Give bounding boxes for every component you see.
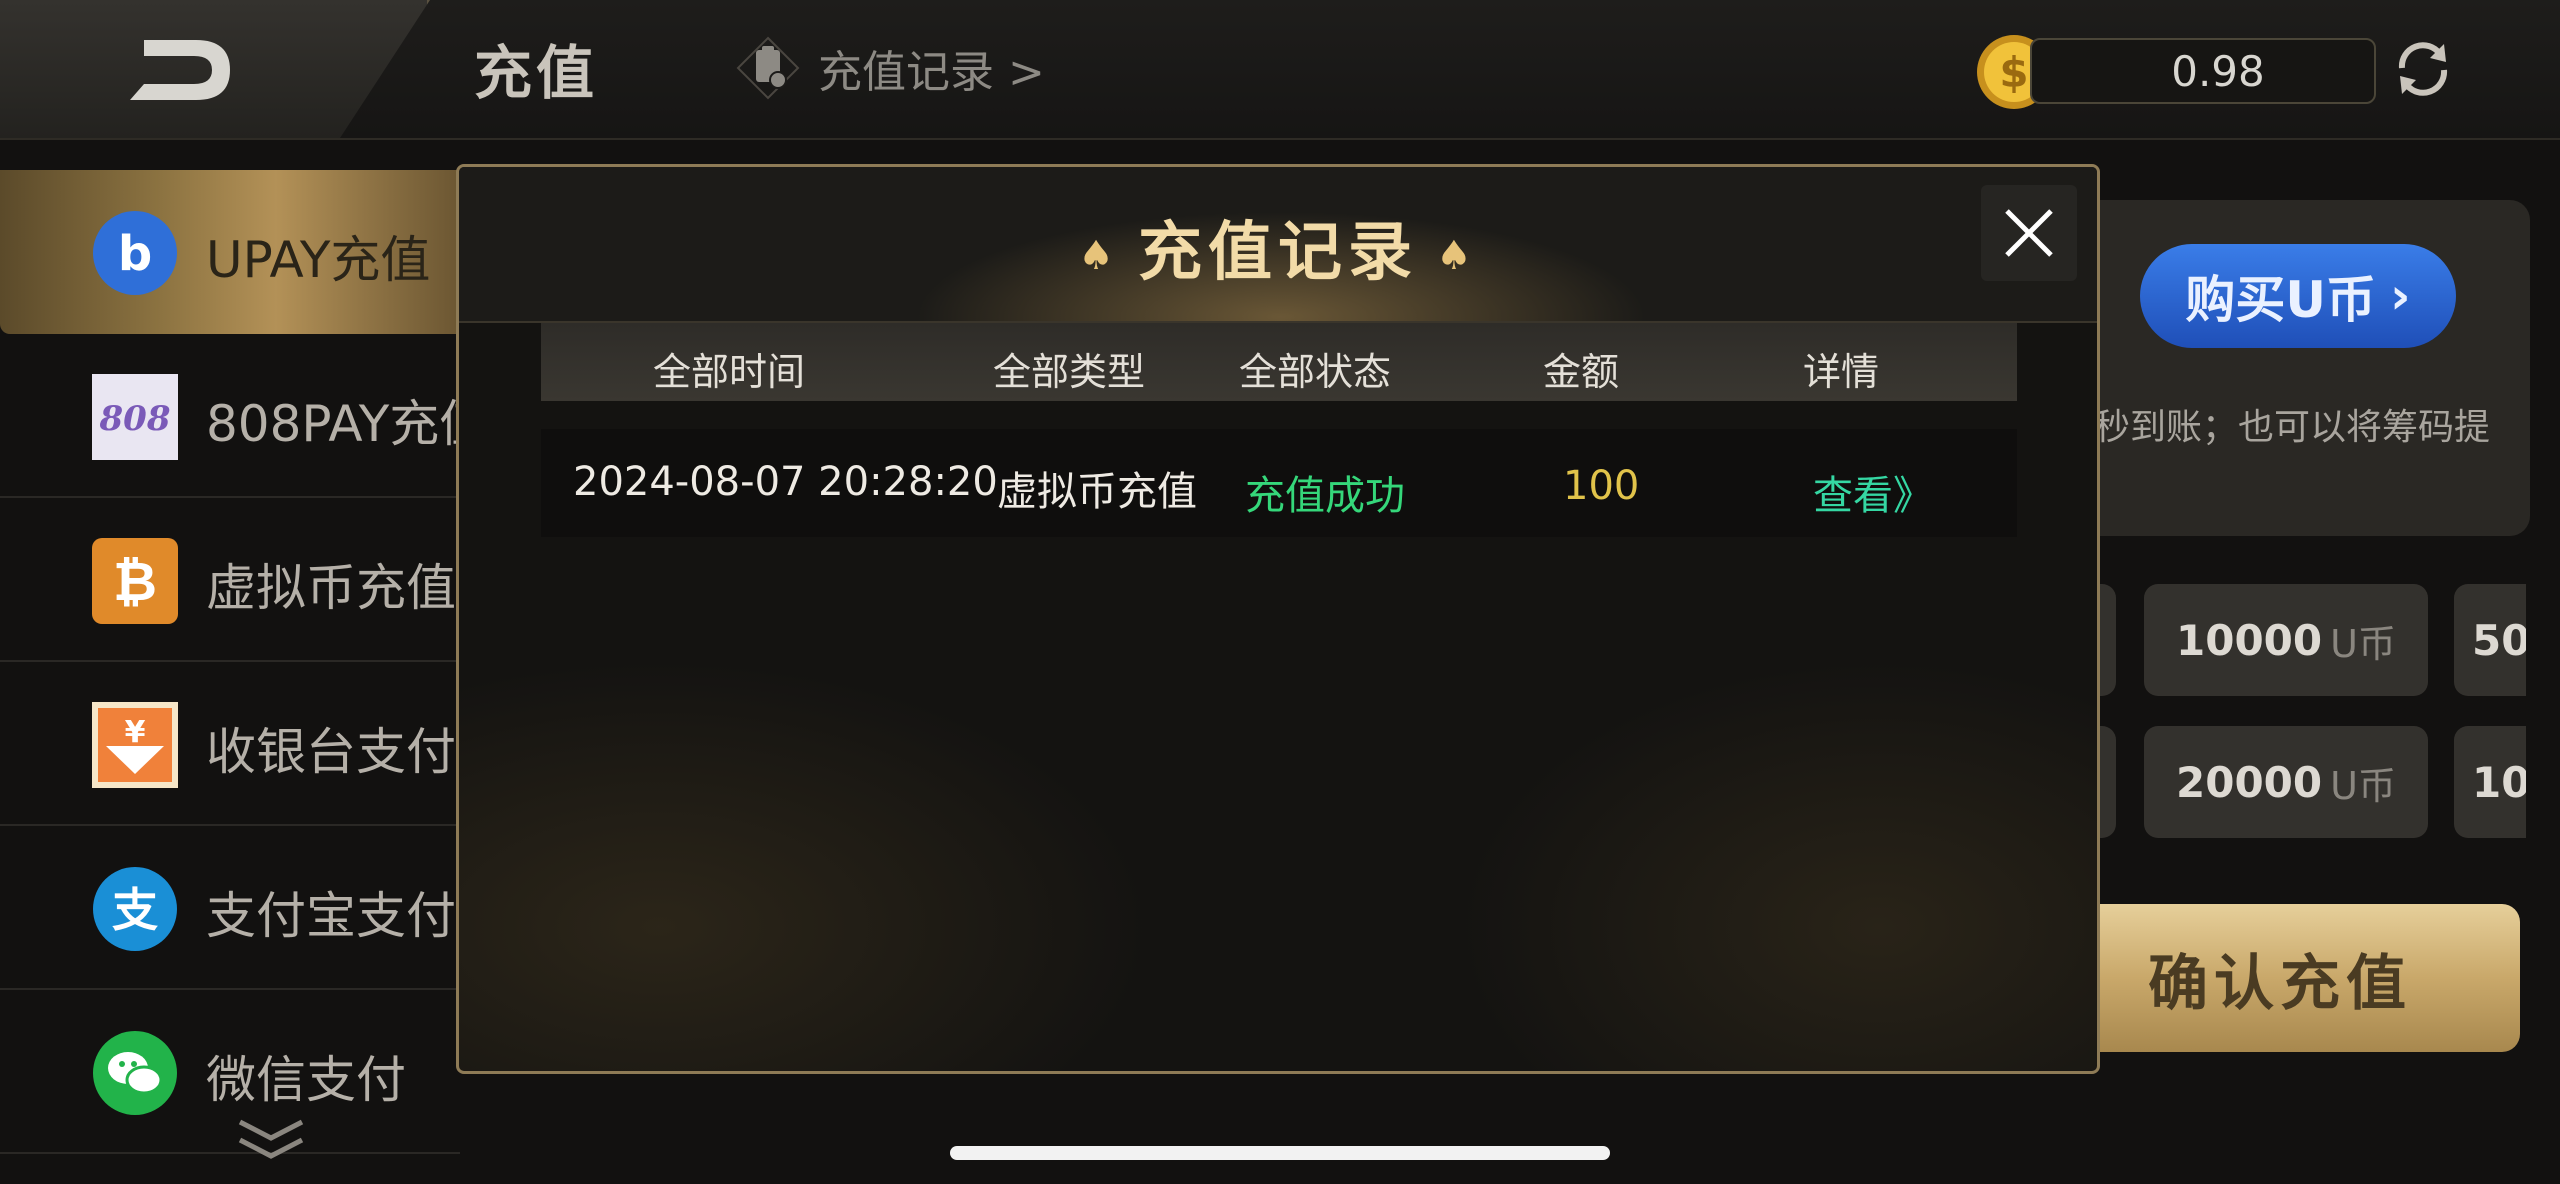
sidebar-item-crypto[interactable]: ₿ 虚拟币充值	[0, 498, 460, 662]
sidebar-item-alipay[interactable]: 支 支付宝支付	[0, 826, 460, 990]
recharge-record-link[interactable]: 充值记录 >	[736, 36, 1045, 100]
chevron-right-icon: ›	[2390, 267, 2411, 325]
row-amount: 100	[1563, 463, 1640, 509]
sidebar-item-808pay[interactable]: 808 808PAY充值	[0, 334, 489, 498]
wechat-icon	[92, 1030, 178, 1116]
svg-text:$: $	[1999, 48, 2028, 97]
modal-title-wrap: ♠ 充值记录 ♠	[459, 201, 2097, 293]
amount-value: 50	[2472, 616, 2526, 665]
svg-text:₿: ₿	[113, 550, 157, 613]
sidebar-item-label: 微信支付	[206, 1051, 406, 1109]
amount-value: 100	[2472, 758, 2526, 807]
info-text: 秒到账；也可以将筹码提	[2094, 407, 2491, 448]
bitcoin-icon: ₿	[92, 538, 178, 624]
row-detail-link[interactable]: 查看》	[1813, 463, 1933, 521]
amount-option-clipped[interactable]: 100	[2454, 726, 2526, 838]
sidebar-item-label: 收银台支付	[206, 723, 456, 781]
sidebar-item-label: UPAY充值	[206, 231, 431, 289]
sidebar-item-upay[interactable]: b UPAY充值	[0, 170, 460, 334]
filter-time[interactable]: 全部时间	[653, 341, 805, 396]
buy-u-coin-label: 购买U币	[2185, 271, 2376, 329]
amount-option[interactable]: 20000 U币	[2144, 726, 2428, 838]
amount-value: 10000	[2176, 615, 2323, 665]
amount-option[interactable]: 10000 U币	[2144, 584, 2428, 696]
table-header: 全部时间 全部类型 全部状态 金额 详情	[541, 323, 2017, 401]
record-icon	[736, 36, 800, 100]
home-indicator[interactable]	[950, 1146, 1610, 1160]
top-bar: 充值 充值记录 > $ 0.98	[0, 0, 2560, 140]
amount-value: 20000	[2176, 757, 2323, 807]
column-detail: 详情	[1803, 350, 1880, 394]
table-row: 2024-08-07 20:28:20 虚拟币充值 充值成功 100 查看》	[541, 429, 2017, 537]
page-title: 充值	[474, 39, 599, 107]
spade-icon: ♠	[1078, 233, 1120, 280]
row-time: 2024-08-07 20:28:20	[573, 459, 998, 505]
back-button[interactable]	[0, 0, 430, 138]
sidebar-item-label: 808PAY充值	[206, 395, 490, 453]
back-icon	[130, 40, 230, 100]
sidebar-item-label: 虚拟币充值	[206, 559, 456, 617]
balance-display: 0.98	[2030, 38, 2376, 104]
chevron-down-icon[interactable]	[236, 1116, 306, 1166]
row-type: 虚拟币充值	[997, 469, 1197, 515]
column-amount: 金额	[1543, 350, 1620, 394]
sidebar-item-wechat[interactable]: 微信支付	[0, 990, 460, 1154]
svg-text:b: b	[118, 226, 152, 282]
refresh-icon[interactable]	[2388, 34, 2458, 104]
sidebar-item-label: 支付宝支付	[206, 887, 456, 945]
spade-icon: ♠	[1436, 233, 1478, 280]
alipay-icon: 支	[92, 866, 178, 952]
modal-header: ♠ 充值记录 ♠	[459, 167, 2097, 323]
close-icon	[2005, 209, 2053, 257]
svg-text:¥: ¥	[125, 715, 146, 750]
close-button[interactable]	[1981, 185, 2077, 281]
record-link-label: 充值记录 >	[818, 47, 1045, 98]
modal-title: 充值记录	[1138, 216, 1418, 290]
buy-u-coin-button[interactable]: 购买U币 ›	[2140, 244, 2456, 348]
row-status: 充值成功	[1245, 473, 1405, 519]
808pay-icon: 808	[92, 374, 178, 460]
amount-unit: U币	[2330, 763, 2396, 808]
sidebar-item-cashier[interactable]: ¥ 收银台支付	[0, 662, 460, 826]
recharge-record-modal: ♠ 充值记录 ♠ 全部时间 全部类型 全部状态 金额 详情 2024-08-07 2…	[456, 164, 2100, 1074]
filter-type[interactable]: 全部类型	[993, 341, 1145, 396]
amount-option-clipped[interactable]: 50	[2454, 584, 2526, 696]
upay-icon: b	[92, 210, 178, 296]
payment-method-sidebar: b UPAY充值 808 808PAY充值 ₿ 虚拟币充值 ¥ 收银台支付 支 …	[0, 170, 489, 1184]
cashier-icon: ¥	[92, 702, 178, 788]
filter-status[interactable]: 全部状态	[1239, 341, 1391, 396]
svg-text:支: 支	[112, 883, 158, 937]
svg-text:808: 808	[99, 399, 171, 439]
amount-unit: U币	[2330, 621, 2396, 666]
confirm-recharge-button[interactable]: 确认充值	[2040, 904, 2520, 1052]
